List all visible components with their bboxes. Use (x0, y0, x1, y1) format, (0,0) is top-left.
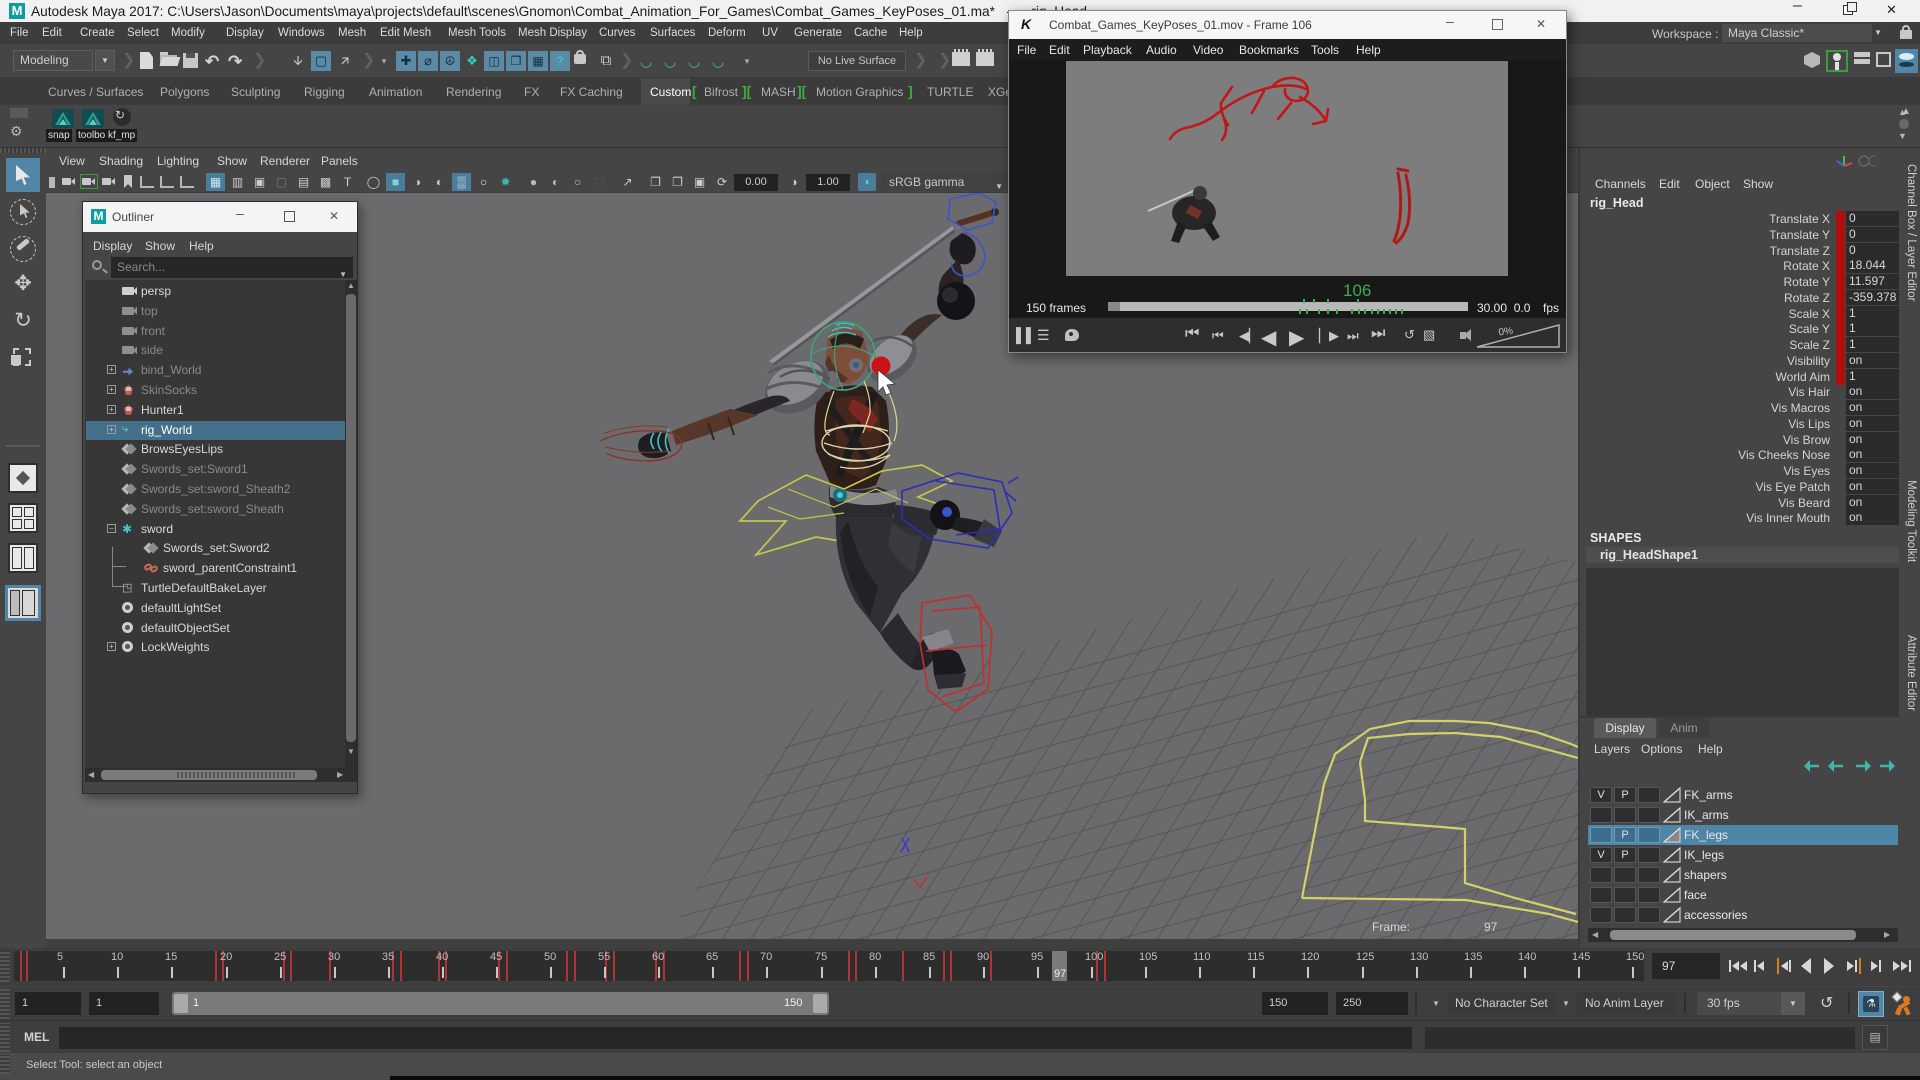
svg-text:0%: 0% (1498, 326, 1514, 339)
svg-text:97: 97 (1484, 920, 1498, 934)
svg-text:Frame:: Frame: (1372, 920, 1410, 934)
